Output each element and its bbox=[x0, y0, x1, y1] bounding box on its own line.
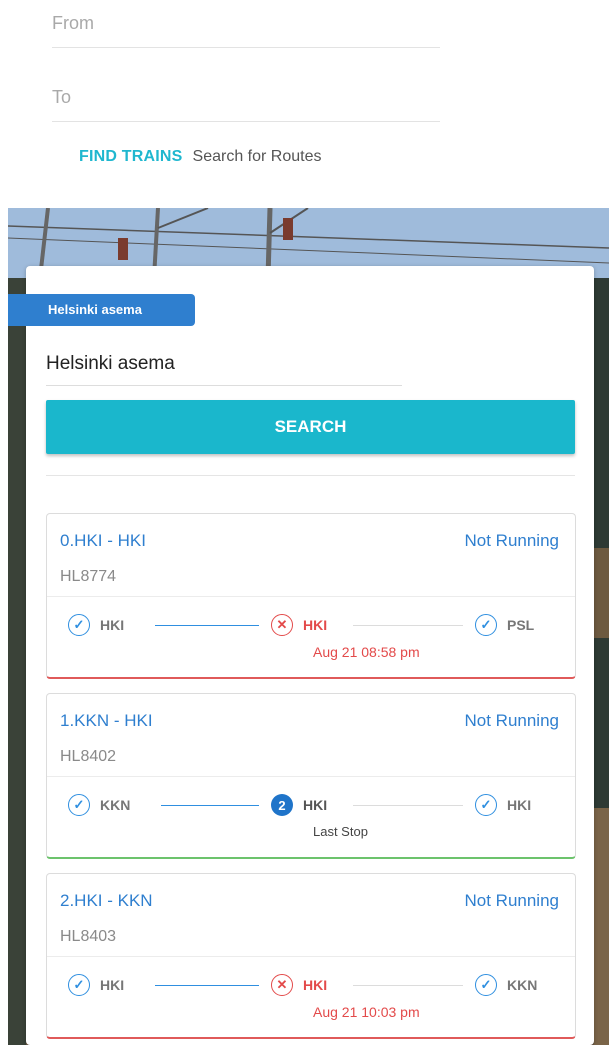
search-mode-links: FIND TRAINS Search for Routes bbox=[79, 148, 321, 166]
stop-label: HKI bbox=[507, 797, 532, 813]
section-divider bbox=[46, 475, 575, 476]
stop-time: Aug 21 08:58 pm bbox=[313, 644, 420, 660]
stop-label: KKN bbox=[100, 797, 131, 813]
check-circle-icon: ✓ bbox=[475, 974, 497, 996]
route-remaining-line bbox=[353, 805, 463, 806]
train-code: HL8403 bbox=[60, 928, 117, 945]
to-input[interactable] bbox=[52, 74, 440, 121]
stop-label: HKI bbox=[100, 977, 125, 993]
train-status: Not Running bbox=[464, 891, 559, 910]
find-trains-button[interactable]: FIND TRAINS bbox=[79, 148, 183, 166]
stop-label: HKI bbox=[303, 797, 328, 813]
route-remaining-line bbox=[353, 985, 463, 986]
card-separator bbox=[47, 776, 575, 777]
stop-label: PSL bbox=[507, 617, 535, 633]
train-card[interactable]: 0.HKI - HKI Not Running HL8774 ✓ HKI ✕ H… bbox=[46, 513, 576, 679]
train-route-link[interactable]: 2.HKI - KKN bbox=[60, 891, 153, 911]
stop-note: Last Stop bbox=[313, 824, 368, 839]
stop-label: HKI bbox=[100, 617, 125, 633]
search-button[interactable]: SEARCH bbox=[46, 400, 575, 454]
route-progress-line bbox=[161, 805, 259, 806]
stop-origin: ✓ HKI bbox=[68, 974, 124, 996]
stop-label: HKI bbox=[303, 977, 328, 993]
card-separator bbox=[47, 956, 575, 957]
stop-origin: ✓ KKN bbox=[68, 794, 130, 816]
station-field-wrapper bbox=[46, 342, 402, 386]
route-search-form: FIND TRAINS Search for Routes bbox=[0, 0, 609, 208]
stop-label: KKN bbox=[507, 977, 538, 993]
stop-origin: ✓ HKI bbox=[68, 614, 124, 636]
train-status: Not Running bbox=[464, 711, 559, 730]
train-route-link[interactable]: 1.KKN - HKI bbox=[60, 711, 153, 731]
stop-current: 2 HKI bbox=[271, 794, 327, 816]
from-input[interactable] bbox=[52, 0, 440, 47]
train-code: HL8774 bbox=[60, 568, 117, 585]
check-circle-icon: ✓ bbox=[68, 974, 90, 996]
train-card[interactable]: 1.KKN - HKI Not Running HL8402 ✓ KKN 2 H… bbox=[46, 693, 576, 859]
stop-destination: ✓ PSL bbox=[475, 614, 534, 636]
check-circle-icon: ✓ bbox=[68, 794, 90, 816]
check-circle-icon: ✓ bbox=[68, 614, 90, 636]
train-route-link[interactable]: 0.HKI - HKI bbox=[60, 531, 146, 551]
check-circle-icon: ✓ bbox=[475, 614, 497, 636]
route-progress-line bbox=[155, 625, 259, 626]
stop-destination: ✓ HKI bbox=[475, 794, 531, 816]
from-field-wrapper bbox=[52, 0, 440, 48]
station-input[interactable] bbox=[46, 342, 402, 385]
route-remaining-line bbox=[353, 625, 463, 626]
number-badge-icon: 2 bbox=[271, 794, 293, 816]
to-field-wrapper bbox=[52, 74, 440, 122]
train-code: HL8402 bbox=[60, 748, 117, 765]
x-circle-icon: ✕ bbox=[271, 974, 293, 996]
search-routes-button[interactable]: Search for Routes bbox=[193, 148, 322, 166]
train-card[interactable]: 2.HKI - KKN Not Running HL8403 ✓ HKI ✕ H… bbox=[46, 873, 576, 1039]
stop-time: Aug 21 10:03 pm bbox=[313, 1004, 420, 1020]
train-status: Not Running bbox=[464, 531, 559, 550]
station-tag-badge: Helsinki asema bbox=[8, 294, 195, 326]
stop-current: ✕ HKI bbox=[271, 614, 327, 636]
route-progress-line bbox=[155, 985, 259, 986]
card-separator bbox=[47, 596, 575, 597]
x-circle-icon: ✕ bbox=[271, 614, 293, 636]
check-circle-icon: ✓ bbox=[475, 794, 497, 816]
stop-current: ✕ HKI bbox=[271, 974, 327, 996]
stop-label: HKI bbox=[303, 617, 328, 633]
stop-destination: ✓ KKN bbox=[475, 974, 537, 996]
